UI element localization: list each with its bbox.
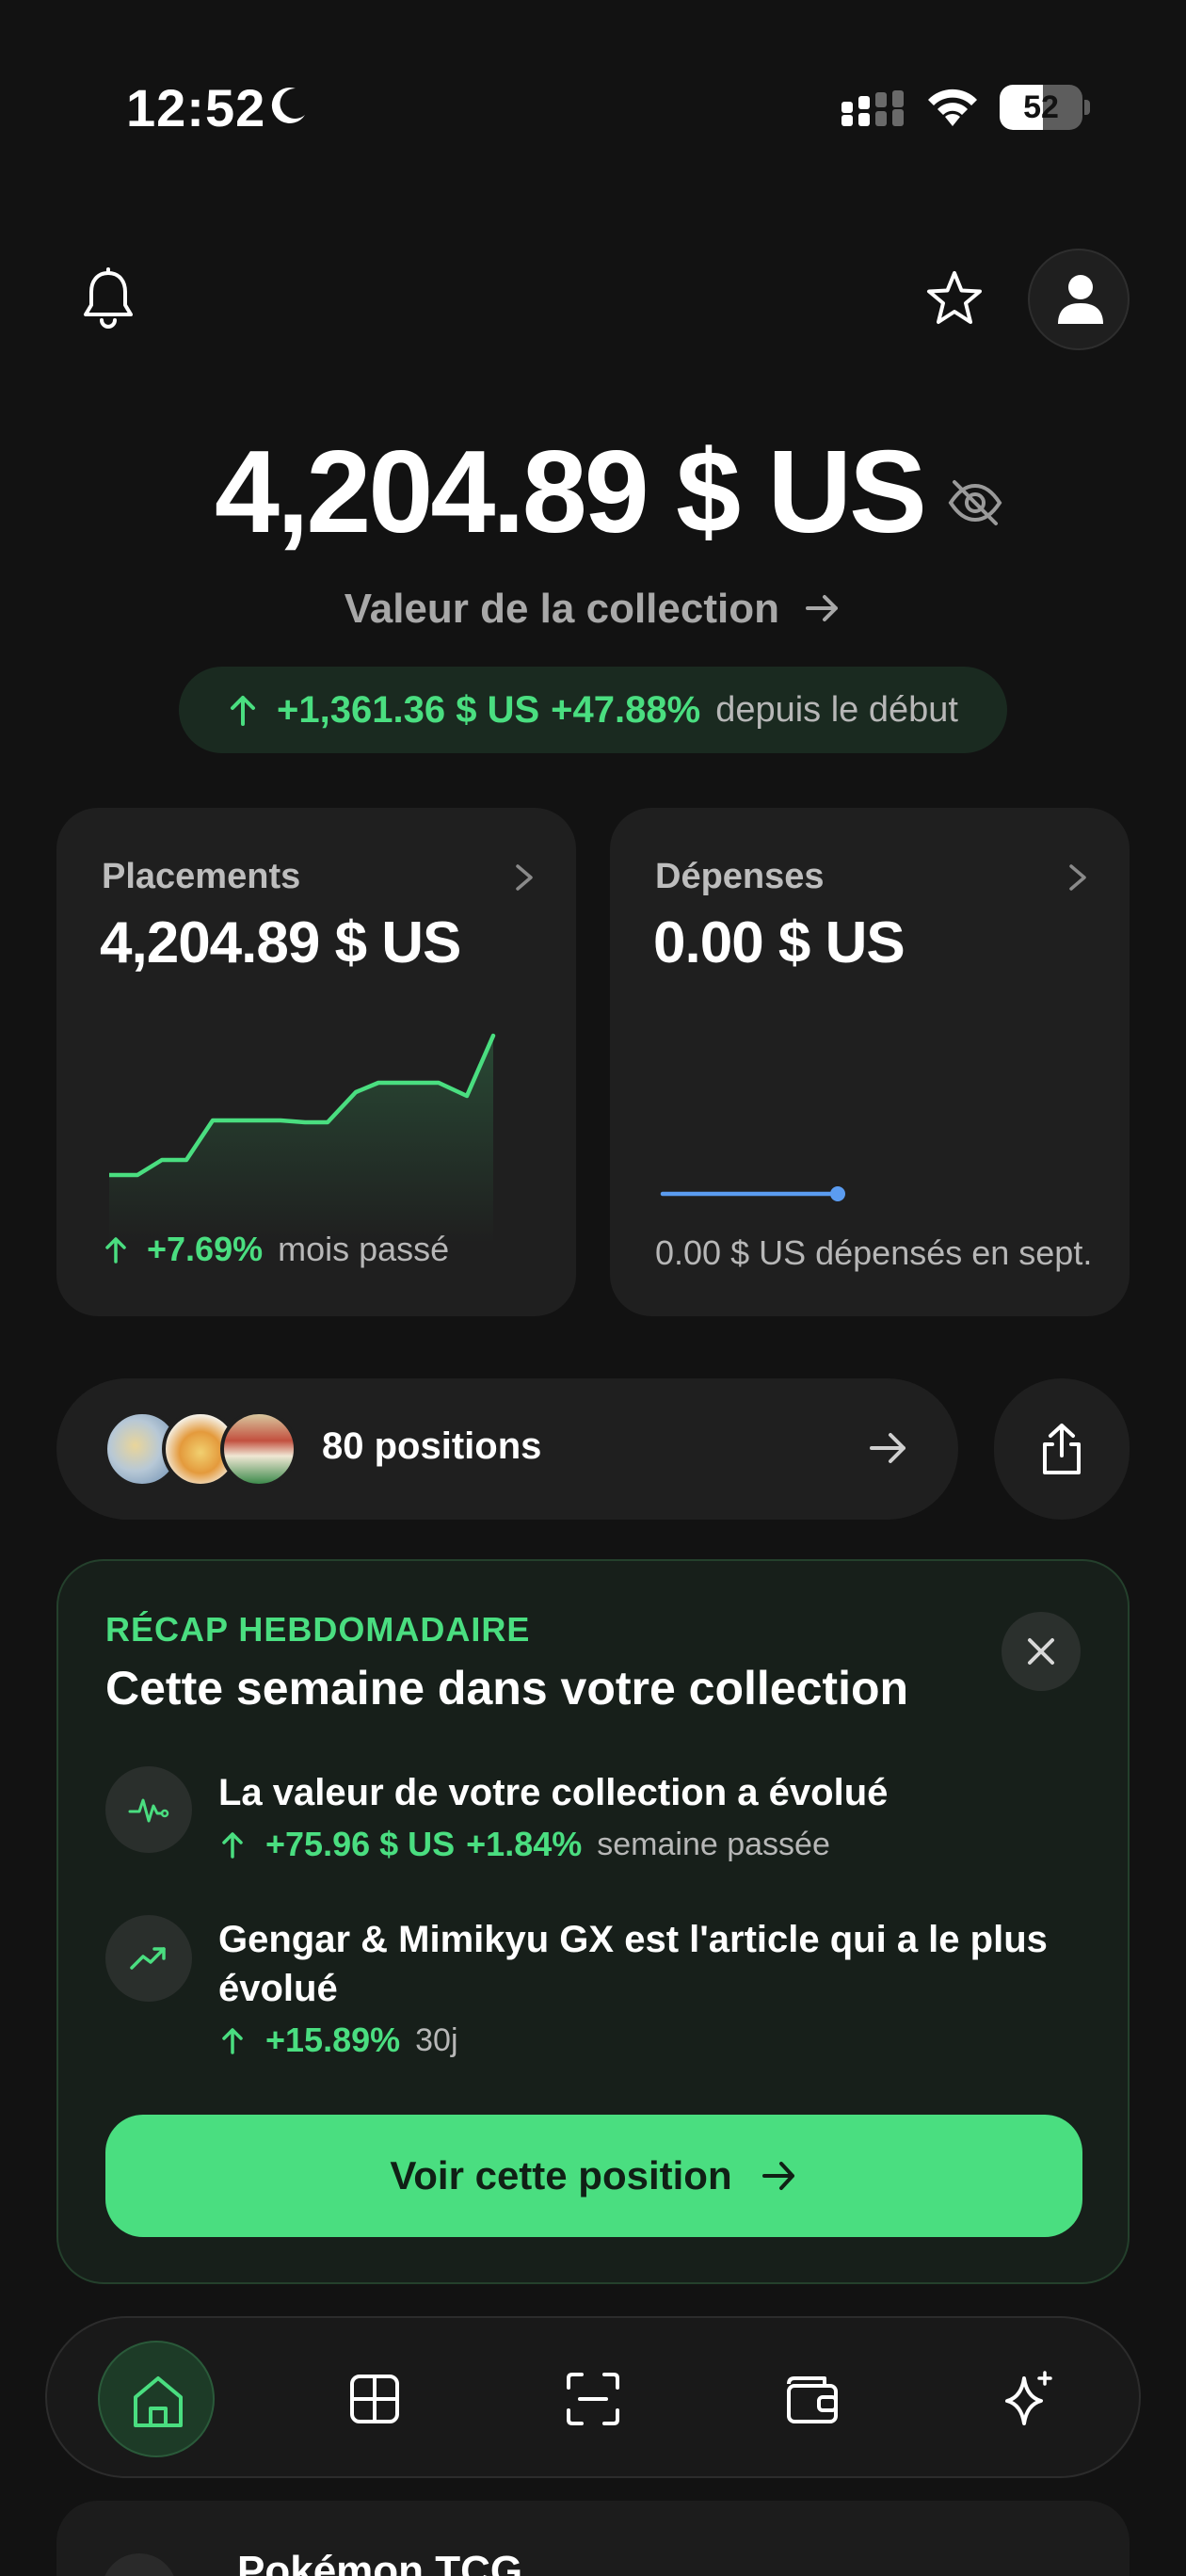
- placements-value: 4,204.89 $ US: [100, 910, 461, 975]
- gain-badge: +1,361.36 $ US +47.88% depuis le début: [179, 667, 1007, 753]
- collection-value-label: Valeur de la collection: [344, 586, 779, 632]
- moon-icon: [271, 87, 305, 123]
- nav-grid[interactable]: [316, 2341, 433, 2457]
- activity-icon-badge: [105, 1766, 192, 1853]
- cellular-signal-icon: [841, 90, 904, 126]
- recap-item-title: La valeur de votre collection a évolué: [218, 1772, 889, 1813]
- weekly-recap-card: RÉCAP HEBDOMADAIRE Cette semaine dans vo…: [56, 1559, 1130, 2284]
- wifi-icon: [928, 89, 977, 126]
- status-bar: 12:52 52: [0, 0, 1186, 188]
- eye-off-icon[interactable]: [947, 476, 1003, 529]
- recap-item-amount: +15.89%: [265, 2021, 401, 2059]
- collection-value-text: 4,204.89 $ US: [215, 427, 927, 557]
- share-button[interactable]: [994, 1378, 1130, 1520]
- gain-amount: +1,361.36 $ US: [277, 688, 540, 731]
- view-position-button[interactable]: Voir cette position: [105, 2115, 1082, 2237]
- close-icon: [1028, 1638, 1054, 1665]
- chevron-right-icon: [1069, 864, 1086, 891]
- placements-sparkline: [109, 1033, 496, 1243]
- nav-ai[interactable]: [971, 2341, 1088, 2457]
- bottom-navigation: [45, 2316, 1141, 2478]
- chevron-right-icon: [516, 864, 533, 891]
- placements-change-period: mois passé: [278, 1230, 450, 1268]
- battery-percent: 52: [1023, 89, 1059, 125]
- depenses-value: 0.00 $ US: [653, 910, 906, 975]
- positions-button[interactable]: 80 positions: [56, 1378, 958, 1520]
- category-label: Pokémon TCG: [237, 2548, 523, 2576]
- recap-item-period: semaine passée: [597, 1826, 830, 1862]
- arrow-up-icon: [222, 1832, 243, 1859]
- recap-title: Cette semaine dans votre collection: [105, 1662, 909, 1715]
- profile-button[interactable]: [1028, 249, 1130, 350]
- arrow-right-icon: [806, 595, 839, 622]
- battery-indicator: 52: [1000, 85, 1090, 130]
- recap-item-change: +75.96 $ US +1.84% semaine passée: [220, 1825, 830, 1864]
- depenses-label: Dépenses: [655, 857, 825, 896]
- positions-thumbnails: [104, 1410, 297, 1488]
- recap-item-percent: +1.84%: [466, 1825, 583, 1863]
- placements-label: Placements: [102, 857, 301, 896]
- recap-item-change: +15.89% 30j: [220, 2021, 458, 2060]
- collection-value-link[interactable]: Valeur de la collection: [0, 586, 1186, 633]
- arrow-up-icon: [105, 1237, 126, 1264]
- recap-item-amount: +75.96 $ US: [265, 1825, 456, 1863]
- nav-scan[interactable]: [535, 2341, 651, 2457]
- placements-card[interactable]: Placements 4,204.89 $ US +7.69% mois pas…: [56, 808, 576, 1316]
- gain-percent: +47.88%: [551, 688, 701, 731]
- status-time: 12:52: [126, 78, 266, 137]
- collection-value: 4,204.89 $ US: [215, 422, 1003, 563]
- grid-icon: [350, 2375, 399, 2423]
- category-list-item[interactable]: Pokémon TCG: [56, 2501, 1130, 2576]
- recap-close-button[interactable]: [1002, 1612, 1081, 1691]
- positions-label: 80 positions: [322, 1425, 542, 1467]
- category-sparkline: [659, 2559, 772, 2576]
- recap-tag: RÉCAP HEBDOMADAIRE: [105, 1610, 531, 1649]
- category-icon: [102, 2553, 177, 2576]
- depenses-sparkline: [660, 1186, 845, 1201]
- scan-icon: [567, 2373, 619, 2425]
- arrow-up-icon: [231, 696, 256, 726]
- card-thumbnail: [220, 1410, 297, 1488]
- arrow-right-icon: [761, 2162, 794, 2190]
- view-position-label: Voir cette position: [390, 2153, 732, 2198]
- trending-up-icon-badge: [105, 1915, 192, 2002]
- bell-icon[interactable]: [79, 267, 137, 330]
- gain-since: depuis le début: [715, 689, 958, 730]
- sparkle-icon: [1005, 2371, 1052, 2425]
- star-icon[interactable]: [924, 269, 985, 328]
- arrow-right-icon: [870, 1433, 906, 1463]
- home-icon: [134, 2376, 183, 2427]
- wallet-icon: [787, 2376, 838, 2423]
- arrow-up-icon: [222, 2028, 243, 2054]
- placements-change: +7.69% mois passé: [104, 1230, 449, 1269]
- depenses-card[interactable]: Dépenses 0.00 $ US 0.00 $ US dépensés en…: [610, 808, 1130, 1316]
- trending-up-icon: [130, 1947, 166, 1970]
- recap-item-period: 30j: [415, 2021, 458, 2058]
- depenses-footer: 0.00 $ US dépensés en sept.: [655, 1233, 1093, 1272]
- recap-item-title: Gengar & Mimikyu GX est l'article qui a …: [218, 1919, 1048, 2009]
- placements-change-percent: +7.69%: [147, 1230, 264, 1268]
- share-icon: [1043, 1424, 1081, 1474]
- nav-home[interactable]: [98, 2341, 215, 2457]
- nav-wallet[interactable]: [753, 2341, 870, 2457]
- user-icon: [1058, 275, 1103, 324]
- activity-icon: [128, 1798, 169, 1823]
